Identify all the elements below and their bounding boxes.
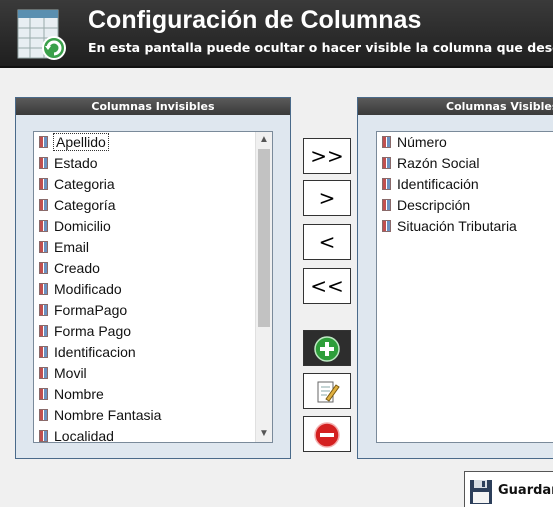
list-item[interactable]: Email [34,237,272,258]
column-document-icon [382,220,391,232]
list-item-label: Número [397,134,447,150]
scroll-down-arrow-icon[interactable]: ▼ [256,426,272,442]
column-document-icon [39,304,48,316]
list-item[interactable]: Categoría [34,195,272,216]
list-item[interactable]: Situación Tributaria [377,216,553,237]
list-item[interactable]: Identificacion [34,342,272,363]
list-item-label: Razón Social [397,155,480,171]
column-document-icon [39,388,48,400]
list-item-label: FormaPago [54,302,128,318]
delete-column-button[interactable] [303,416,351,452]
list-item-label: Descripción [397,197,471,213]
save-button-label: Guardar [498,483,553,498]
list-item-label: Domicilio [54,218,111,234]
column-document-icon [382,199,391,211]
list-item-label: Categoria [54,176,115,192]
column-document-icon [382,178,391,190]
column-document-icon [39,283,48,295]
move-left-button[interactable]: < [303,224,351,260]
scrollbar-thumb[interactable] [258,149,270,327]
list-item-label: Identificación [397,176,479,192]
list-item[interactable]: Apellido [34,132,272,153]
list-item-label: Categoría [54,197,116,213]
edit-column-button[interactable] [303,373,351,409]
visible-columns-panel: Columnas Visibles Número Razón Social Iden… [357,97,553,459]
visible-columns-title: Columnas Visibles [358,98,553,115]
spreadsheet-refresh-icon [17,9,66,60]
save-button[interactable]: Guardar [464,471,553,507]
column-document-icon [39,346,48,358]
invisible-columns-title: Columnas Invisibles [16,98,290,115]
column-document-icon [39,220,48,232]
list-item-label: Email [54,239,90,255]
floppy-disk-icon [470,480,492,504]
list-item-label: Forma Pago [54,323,132,339]
column-document-icon [39,136,48,148]
column-document-icon [39,325,48,337]
list-item[interactable]: Creado [34,258,272,279]
column-document-icon [39,199,48,211]
list-item[interactable]: Domicilio [34,216,272,237]
scroll-up-arrow-icon[interactable]: ▲ [256,132,272,148]
move-all-right-button[interactable]: >> [303,138,351,174]
list-item[interactable]: Descripción [377,195,553,216]
vertical-scrollbar[interactable]: ▲ ▼ [255,132,272,442]
plus-icon [314,336,340,362]
visible-columns-list[interactable]: Número Razón Social Identificación Descripc… [376,131,553,443]
list-item-label: Localidad [54,428,114,443]
column-document-icon [382,157,391,169]
list-item-label: Modificado [54,281,122,297]
list-item[interactable]: Localidad [34,426,272,443]
list-item[interactable]: FormaPago [34,300,272,321]
column-document-icon [382,136,391,148]
list-item-label: Movil [54,365,87,381]
list-item[interactable]: Identificación [377,174,553,195]
header-bar: Configuración de Columnas En esta pantal… [0,0,553,68]
list-item[interactable]: Razón Social [377,153,553,174]
list-item-label: Creado [54,260,100,276]
list-item[interactable]: Nombre [34,384,272,405]
list-item[interactable]: Movil [34,363,272,384]
column-document-icon [39,430,48,442]
column-document-icon [39,409,48,421]
list-item-label: Situación Tributaria [397,218,517,234]
minus-icon [314,422,340,448]
page-subtitle: En esta pantalla puede ocultar o hacer v… [88,40,553,55]
edit-document-icon [317,381,340,403]
list-item-label: Estado [54,155,98,171]
page-title: Configuración de Columnas [88,6,422,34]
column-document-icon [39,178,48,190]
list-item[interactable]: Categoria [34,174,272,195]
add-column-button[interactable] [303,330,351,366]
column-document-icon [39,241,48,253]
list-item-label: Apellido [53,133,109,151]
list-item[interactable]: Número [377,132,553,153]
list-item-label: Identificacion [54,344,136,360]
list-item[interactable]: Nombre Fantasia [34,405,272,426]
column-document-icon [39,262,48,274]
list-item[interactable]: Modificado [34,279,272,300]
list-item-label: Nombre Fantasia [54,407,162,423]
list-item-label: Nombre [54,386,104,402]
column-document-icon [39,157,48,169]
column-document-icon [39,367,48,379]
move-right-button[interactable]: > [303,180,351,216]
list-item[interactable]: Estado [34,153,272,174]
move-all-left-button[interactable]: << [303,268,351,304]
list-item[interactable]: Forma Pago [34,321,272,342]
invisible-columns-panel: Columnas Invisibles Apellido Estado Catego… [15,97,291,459]
invisible-columns-list[interactable]: Apellido Estado Categoria Categoría Domicili… [33,131,273,443]
